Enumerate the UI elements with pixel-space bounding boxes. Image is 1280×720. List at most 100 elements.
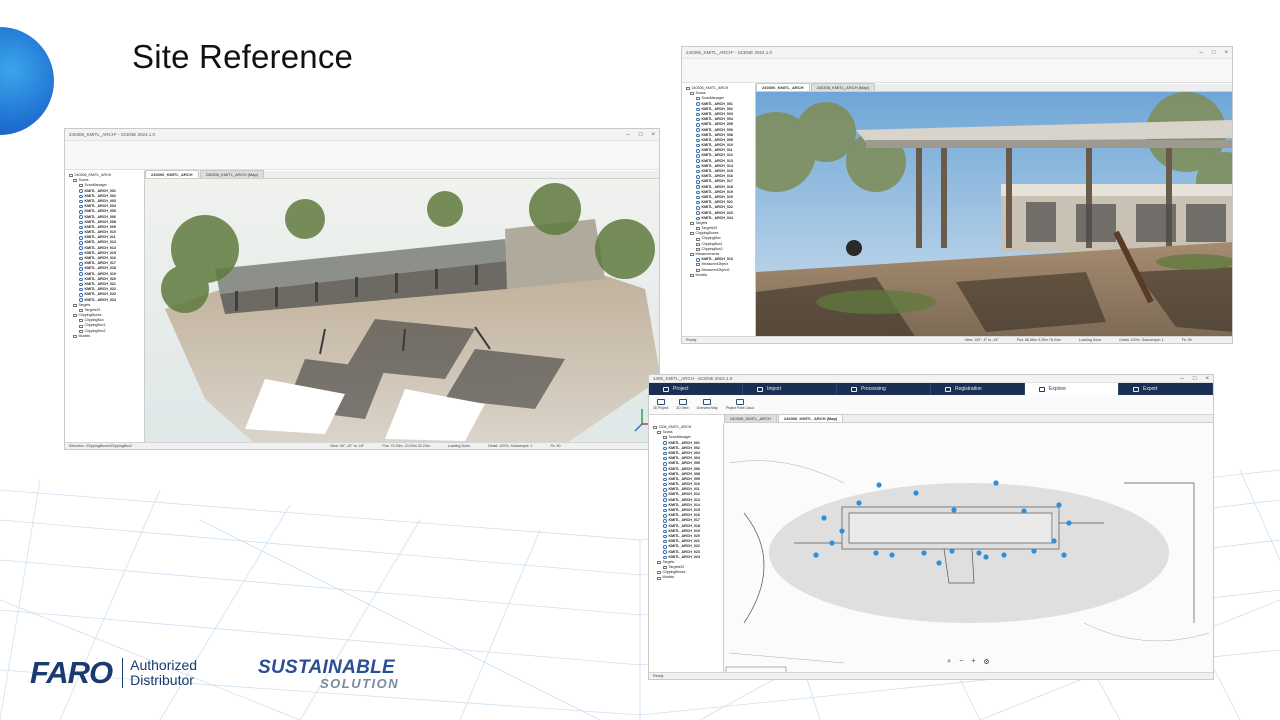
overview-map-view[interactable]: ⌕ − + ⚙ [724, 423, 1213, 672]
scan-icon [79, 225, 83, 230]
processing-icon [851, 386, 857, 392]
tab-map-view[interactable]: 240306_KMITL_ARCH (Map) [777, 414, 844, 422]
tab-3d-view[interactable]: 240306_KMITL_ARCH [756, 83, 810, 91]
scan-position-marker[interactable] [829, 540, 835, 546]
folder-icon [690, 221, 694, 225]
tab-3d-view[interactable]: 240306_KMITL_ARCH [724, 414, 777, 422]
close-icon[interactable]: × [1224, 50, 1228, 56]
scan-icon [696, 107, 700, 112]
pointcloud-3d-view[interactable] [145, 179, 659, 442]
scan-position-marker[interactable] [1056, 502, 1062, 508]
ribbon-tab-explore[interactable]: Explore [1025, 383, 1119, 395]
scan-position-marker[interactable] [889, 552, 895, 558]
scan-position-marker[interactable] [1021, 508, 1027, 514]
scan-position-marker[interactable] [1051, 538, 1057, 544]
window-titlebar: 1306_KMITL_ARCH - SCENE 2024.1.0 – □ × [649, 375, 1213, 383]
scan-position-marker[interactable] [949, 548, 955, 554]
ribbon-tab-export[interactable]: Export [1119, 383, 1213, 395]
folder-icon [657, 571, 661, 575]
scan-icon [79, 210, 83, 214]
minimize-icon[interactable]: – [1181, 376, 1184, 382]
ribbon-tab-processing[interactable]: Processing [837, 383, 931, 395]
tool-project-point-cloud[interactable]: Project Point Cloud [726, 399, 754, 410]
scan-position-marker[interactable] [1061, 552, 1067, 558]
ribbon-tab-label: Project [673, 386, 689, 392]
folder-icon [696, 237, 700, 241]
close-icon[interactable]: × [651, 132, 655, 138]
tree-item[interactable]: Models [684, 273, 753, 278]
scan-position-marker[interactable] [839, 528, 845, 534]
scan-position-marker[interactable] [993, 480, 999, 486]
tool-3d-project[interactable]: 3D Project [653, 399, 668, 410]
scan-icon [696, 143, 700, 148]
tab-map-view[interactable]: 240306_KMITL_ARCH (Map) [810, 83, 876, 91]
scan-icon [663, 493, 667, 497]
ribbon-tab-import[interactable]: Import [743, 383, 837, 395]
scan-icon [696, 195, 700, 200]
scan-position-marker[interactable] [913, 490, 919, 496]
folder-icon [696, 227, 700, 231]
search-icon[interactable]: ⌕ [947, 658, 951, 666]
folder-icon [79, 184, 83, 188]
scan-position-marker[interactable] [983, 554, 989, 560]
scan-icon [79, 241, 83, 245]
scan-position-marker[interactable] [921, 550, 927, 556]
close-icon[interactable]: × [1205, 376, 1209, 382]
scan-position-marker[interactable] [951, 507, 957, 513]
photo-3d-view[interactable] [756, 92, 1232, 336]
scan-position-marker[interactable] [876, 482, 882, 488]
tab-map-view[interactable]: 240306_KMITL_ARCH (Map) [199, 170, 265, 178]
scan-icon [663, 488, 667, 492]
tree-item-label: Models [662, 575, 675, 580]
map-zoom-controls: ⌕ − + ⚙ [947, 658, 989, 666]
scan-icon [663, 514, 667, 518]
folder-icon [690, 232, 694, 236]
folder-icon [69, 174, 73, 178]
scan-position-marker[interactable] [1001, 552, 1007, 558]
scan-icon [79, 199, 83, 204]
scan-icon [79, 236, 83, 240]
maximize-icon[interactable]: □ [1212, 50, 1216, 56]
scan-icon [663, 519, 667, 523]
settings-icon[interactable]: ⚙ [983, 658, 989, 666]
scan-icon [663, 539, 667, 544]
maximize-icon[interactable]: □ [639, 132, 643, 138]
scan-icon [663, 441, 667, 445]
minimize-icon[interactable]: – [627, 132, 630, 138]
ribbon-tab-project[interactable]: Project [649, 383, 743, 395]
tool-overview-map[interactable]: Overview Map [697, 399, 718, 410]
ribbon-tab-registration[interactable]: Registration [931, 383, 1025, 395]
scan-icon [79, 298, 83, 302]
tree-item[interactable]: Models [651, 575, 721, 580]
tree-item[interactable]: Models [67, 334, 142, 339]
scan-position-marker[interactable] [936, 560, 942, 566]
scan-icon [696, 185, 700, 189]
scan-position-marker[interactable] [821, 515, 827, 521]
toolbar-area [682, 59, 1232, 83]
folder-icon [73, 314, 77, 318]
scene-window-photo: 240306_KMITL_ARCH* - SCENE 2024.1.0 – □ × … [681, 46, 1233, 344]
pointcloud-render [145, 179, 659, 442]
scan-position-marker[interactable] [976, 550, 982, 556]
zoom-out-icon[interactable]: − [959, 658, 963, 666]
import-icon [757, 386, 763, 392]
scan-icon [663, 472, 667, 477]
scan-position-marker[interactable] [1066, 520, 1072, 526]
scan-position-marker[interactable] [856, 500, 862, 506]
scan-icon [696, 216, 700, 221]
tab-3d-view[interactable]: 240306_KMITL_ARCH [145, 170, 199, 178]
scan-icon [663, 456, 667, 461]
scene-window-map: 1306_KMITL_ARCH - SCENE 2024.1.0 – □ × Pro… [648, 374, 1214, 680]
3d-view-icon [678, 399, 687, 405]
scan-position-marker[interactable] [1031, 548, 1037, 554]
zoom-in-icon[interactable]: + [971, 658, 975, 666]
tree-item-label: Models [695, 272, 708, 277]
scan-position-marker[interactable] [873, 550, 879, 556]
minimize-icon[interactable]: – [1200, 50, 1203, 56]
scan-position-marker[interactable] [813, 552, 819, 558]
scan-icon [79, 251, 83, 256]
tool-3d-view[interactable]: 3D View [676, 399, 689, 410]
tree-item-label: Models [78, 333, 91, 338]
faro-sub-line-1: Authorized [130, 657, 198, 673]
maximize-icon[interactable]: □ [1193, 376, 1197, 382]
